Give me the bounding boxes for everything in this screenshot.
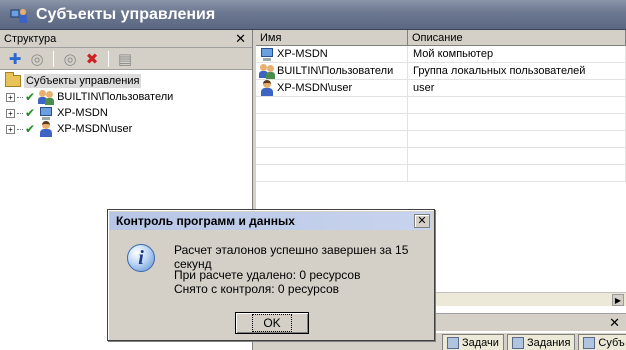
table-row-empty [256,165,626,182]
x-icon[interactable]: ✖ [83,50,101,68]
column-header-description[interactable]: Описание [408,30,626,45]
tab-jobs[interactable]: Задания [506,334,576,350]
dialog-message: При расчете удалено: 0 ресурсов [174,268,361,282]
structure-pane-title: Структура [4,32,57,45]
check-icon: ✔ [25,90,36,104]
scroll-right-icon[interactable]: ▶ [612,293,624,306]
tree-root-label: Субъекты управления [24,74,142,88]
close-icon[interactable]: ✕ [235,32,246,45]
table-row[interactable]: XP-MSDN Мой компьютер [256,46,626,63]
table-row-empty [256,148,626,165]
tree-item-label: XP-MSDN\user [57,123,133,135]
dialog-message: Расчет эталонов успешно завершен за 15 с… [174,243,409,271]
group-icon [259,63,275,79]
table-row-empty [256,97,626,114]
app-icon [10,6,28,24]
folder-icon[interactable]: ▤ [116,50,134,68]
window-title: Субъекты управления [36,5,216,23]
cell-description: Мой компьютер [408,46,626,62]
cell-name: XP-MSDN [277,48,328,60]
computer-icon [259,46,275,62]
remove-member-icon[interactable]: ◎ [61,50,79,68]
plus-icon[interactable]: ✚ [6,50,24,68]
tree-root[interactable]: Субъекты управления [5,72,252,89]
user-icon [259,80,275,96]
table-row-empty [256,131,626,148]
cell-description: user [408,80,626,96]
close-icon[interactable]: ✕ [414,214,430,228]
tree-item-builtin-users[interactable]: + ✔ BUILTIN\Пользователи [6,89,252,105]
info-icon: i [127,244,155,272]
dialog-titlebar: Контроль программ и данных ✕ [110,212,432,230]
table-row[interactable]: BUILTIN\Пользователи Группа локальных по… [256,63,626,80]
grid-header: Имя Описание [256,30,626,46]
toolbar-separator [53,50,54,67]
tree-item-label: XP-MSDN [57,107,108,119]
structure-tree: Субъекты управления + ✔ BUILTIN\Пользова… [0,70,252,137]
expand-icon[interactable]: + [6,92,15,102]
tab-subjects[interactable]: Субъ [578,334,626,350]
add-member-icon[interactable]: ◎ [28,50,46,68]
user-icon [38,121,54,137]
cell-description: Группа локальных пользователей [408,63,626,79]
table-row-empty [256,114,626,131]
jobs-icon [511,336,524,349]
structure-toolbar: ✚ ◎ ◎ ✖ ▤ [0,48,252,70]
dialog-title: Контроль программ и данных [116,214,295,228]
table-row[interactable]: XP-MSDN\user user [256,80,626,97]
group-icon [38,89,55,105]
column-header-name[interactable]: Имя [256,30,408,45]
check-icon: ✔ [25,106,36,120]
check-icon: ✔ [25,122,36,136]
window-titlebar: Субъекты управления [0,0,626,30]
tree-item-label: BUILTIN\Пользователи [57,91,174,103]
cell-name: BUILTIN\Пользователи [277,65,394,77]
structure-pane-header: Структура ✕ [0,30,252,48]
cell-name: XP-MSDN\user [277,82,353,94]
expand-icon[interactable]: + [6,124,15,134]
dialog-message: Снято с контроля: 0 ресурсов [174,282,340,296]
expand-icon[interactable]: + [6,108,15,118]
tasks-icon [447,336,459,349]
subjects-icon [583,336,596,349]
close-icon[interactable]: ✕ [609,316,620,329]
tree-item-xp-msdn-user[interactable]: + ✔ XP-MSDN\user [6,121,252,137]
ok-button[interactable]: OK [235,312,309,334]
tree-item-xp-msdn[interactable]: + ✔ XP-MSDN [6,105,252,121]
tab-tasks[interactable]: Задачи [442,334,504,350]
message-dialog: Контроль программ и данных ✕ i Расчет эт… [107,209,435,341]
folder-icon [5,72,21,87]
computer-icon [38,105,54,121]
toolbar-separator [108,50,109,67]
